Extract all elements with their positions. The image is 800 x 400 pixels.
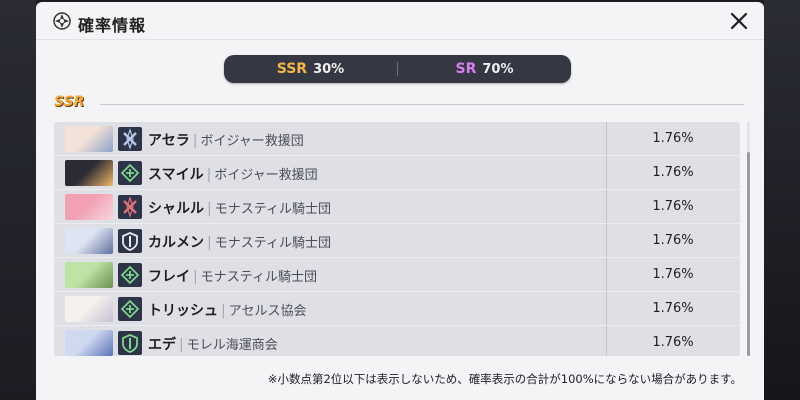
name-separator: |	[221, 303, 226, 319]
character-rate: 1.76%	[652, 301, 694, 316]
character-affiliation: ボイジャー救援団	[214, 168, 318, 183]
character-affiliation: モナスティル騎士団	[214, 202, 331, 217]
ssr-section-header: SSR	[54, 94, 744, 112]
character-name: トリッシュ | アセルス協会	[148, 300, 306, 320]
supporter-class-icon	[118, 297, 142, 321]
table-row[interactable]: トリッシュ | アセルス協会 1.76%	[54, 292, 740, 326]
ssr-rate: SSR 30%	[224, 55, 397, 83]
character-name: カルメン | モナスティル騎士団	[148, 232, 331, 252]
character-name: シャルル | モナスティル騎士団	[148, 198, 331, 218]
character-portrait	[65, 262, 113, 288]
name-separator: |	[193, 269, 198, 285]
character-portrait	[65, 228, 113, 254]
modal-header: 確率情報	[36, 2, 764, 40]
character-name-text: カルメン	[148, 235, 204, 251]
section-label: SSR	[54, 94, 85, 110]
character-portrait	[65, 296, 113, 322]
character-name: スマイル | ボイジャー救援団	[148, 164, 318, 184]
close-icon[interactable]	[728, 10, 750, 32]
character-rate: 1.76%	[652, 199, 694, 214]
modal-title: 確率情報	[78, 16, 147, 35]
character-name-text: アセラ	[148, 133, 190, 149]
sr-rate-label: SR	[455, 61, 477, 77]
table-row[interactable]: エデ | モレル海運商会 1.76%	[54, 326, 740, 356]
section-divider	[100, 104, 744, 105]
name-separator: |	[206, 167, 212, 183]
character-name-text: フレイ	[148, 269, 190, 285]
defender-class-icon	[118, 229, 142, 253]
sr-rate: SR 70%	[398, 55, 571, 83]
footnote: ※小数点第2位以下は表示しないため、確率表示の合計が100%にならない場合があり…	[267, 372, 742, 386]
character-portrait	[65, 194, 113, 220]
character-affiliation: モナスティル騎士団	[200, 270, 317, 285]
background-right	[764, 0, 800, 400]
character-rate: 1.76%	[652, 233, 694, 248]
table-row[interactable]: スマイル | ボイジャー救援団 1.76%	[54, 156, 740, 190]
sr-rate-value: 70%	[482, 61, 514, 77]
character-name-text: エデ	[148, 337, 176, 353]
supporter-class-icon	[118, 161, 142, 185]
ssr-rate-value: 30%	[313, 61, 345, 77]
character-name-text: トリッシュ	[148, 303, 218, 319]
character-rate-table: アセラ | ボイジャー救援団 1.76% スマイル | ボイジャー救援団 1.76% シャルル |…	[54, 122, 740, 356]
character-rate: 1.76%	[652, 267, 694, 282]
character-affiliation: アセルス協会	[228, 304, 307, 319]
probability-modal: 確率情報 SSR 30% SR 70% SSR アセラ | ボイジャー救援団 1.76…	[36, 2, 764, 400]
character-affiliation: モレル海運商会	[186, 338, 278, 353]
rarity-rate-bar: SSR 30% SR 70%	[224, 55, 571, 83]
name-separator: |	[179, 337, 184, 353]
character-rate: 1.76%	[652, 165, 694, 180]
character-name-text: シャルル	[148, 201, 204, 217]
info-emblem-icon	[53, 12, 71, 30]
supporter-class-icon	[118, 263, 142, 287]
name-separator: |	[207, 201, 212, 217]
character-portrait	[65, 160, 113, 186]
character-rate: 1.76%	[652, 335, 694, 350]
table-row[interactable]: フレイ | モナスティル騎士団 1.76%	[54, 258, 740, 292]
attacker-class-icon	[118, 127, 142, 151]
name-separator: |	[192, 133, 198, 149]
character-portrait	[65, 126, 113, 152]
header-divider	[36, 39, 764, 40]
character-portrait	[65, 330, 113, 356]
background-left	[0, 0, 36, 400]
name-separator: |	[207, 235, 212, 251]
character-name: アセラ | ボイジャー救援団	[148, 130, 304, 150]
table-row[interactable]: アセラ | ボイジャー救援団 1.76%	[54, 122, 740, 156]
character-affiliation: モナスティル騎士団	[214, 236, 331, 251]
defender-class-icon	[118, 331, 142, 355]
character-name-text: スマイル	[148, 167, 204, 183]
table-row[interactable]: カルメン | モナスティル騎士団 1.76%	[54, 224, 740, 258]
character-rate: 1.76%	[652, 131, 694, 146]
attacker-class-icon	[118, 195, 142, 219]
ssr-rate-label: SSR	[276, 61, 308, 77]
table-row[interactable]: シャルル | モナスティル騎士団 1.76%	[54, 190, 740, 224]
character-name: エデ | モレル海運商会	[148, 334, 278, 354]
scrollbar-thumb[interactable]	[747, 152, 750, 356]
character-name: フレイ | モナスティル騎士団	[148, 266, 317, 286]
character-affiliation: ボイジャー救援団	[200, 134, 304, 149]
